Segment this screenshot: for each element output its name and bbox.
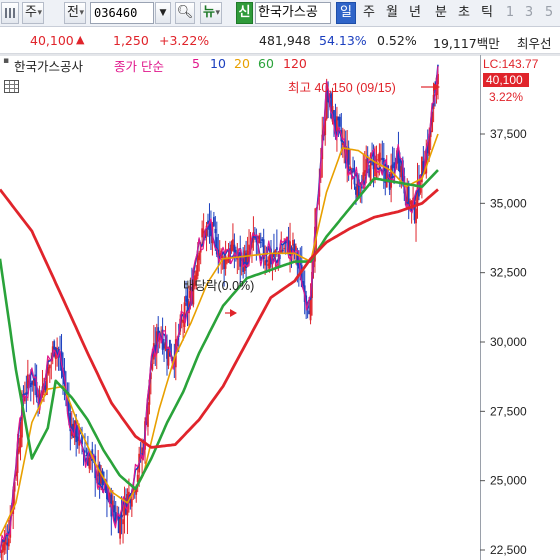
dividend-annotation: 배당락(0.0%) bbox=[183, 279, 254, 293]
ma10-line bbox=[0, 64, 439, 553]
legend-marker-icon: ▪ bbox=[3, 56, 10, 66]
candle-body bbox=[281, 249, 284, 252]
candle-body bbox=[347, 147, 350, 165]
candle-body bbox=[295, 246, 297, 250]
legend-ma20[interactable]: 20 bbox=[234, 56, 250, 71]
candle-body bbox=[130, 499, 133, 507]
grid-toggle-icon[interactable] bbox=[4, 80, 19, 93]
candle-body bbox=[283, 248, 286, 250]
high-price-annotation: 최고 40,150 (09/15) bbox=[288, 81, 396, 95]
candle-body bbox=[275, 247, 278, 251]
candle-body bbox=[265, 259, 268, 263]
candle-body bbox=[198, 252, 201, 261]
candle-body bbox=[338, 116, 341, 127]
moving-averages-layer bbox=[0, 64, 439, 553]
candle-body bbox=[7, 538, 10, 547]
price-axis-label: 37,500 bbox=[490, 127, 527, 141]
legend-ma10[interactable]: 10 bbox=[210, 56, 226, 71]
candle-body bbox=[221, 256, 224, 258]
candle-body bbox=[48, 364, 51, 369]
price-axis-label: 27,500 bbox=[490, 404, 527, 418]
candle-body bbox=[259, 241, 262, 243]
lc-label: LC:143.77 bbox=[483, 57, 539, 71]
price-axis-label: 25,000 bbox=[490, 474, 527, 488]
candle-body bbox=[214, 228, 217, 234]
legend-stock-name[interactable]: 한국가스공사 bbox=[14, 56, 83, 75]
legend-ma60[interactable]: 60 bbox=[258, 56, 274, 71]
current-price-marker: 40,100 bbox=[483, 73, 529, 87]
price-axis: 22,500 25,000 27,500 30,000 32,500 35,000 37,5… bbox=[480, 127, 527, 557]
price-axis-label: 35,000 bbox=[490, 196, 527, 210]
ma5-line bbox=[0, 66, 439, 553]
ma120-line bbox=[0, 188, 439, 449]
candle-body bbox=[212, 217, 215, 226]
current-price-marker-text: 40,100 bbox=[486, 73, 523, 87]
candle-body bbox=[113, 505, 116, 513]
price-axis-label: 32,500 bbox=[490, 266, 527, 280]
candle-body bbox=[119, 517, 122, 539]
price-axis-label: 30,000 bbox=[490, 335, 527, 349]
legend-ma120[interactable]: 120 bbox=[283, 56, 307, 71]
candle-body bbox=[88, 457, 91, 469]
price-chart[interactable]: 22,500 25,000 27,500 30,000 32,500 35,000 37,5… bbox=[0, 0, 560, 560]
candle-body bbox=[419, 187, 422, 193]
legend-ma5[interactable]: 5 bbox=[192, 56, 200, 71]
dividend-arrow-icon bbox=[225, 309, 237, 317]
current-price-percent: 3.22% bbox=[489, 90, 524, 104]
ma20-line bbox=[0, 133, 439, 537]
candle-body bbox=[415, 208, 417, 224]
legend-ma-label[interactable]: 종가 단순 bbox=[114, 56, 164, 75]
candle-body bbox=[378, 152, 381, 162]
candle-body bbox=[122, 519, 124, 525]
price-axis-label: 22,500 bbox=[490, 543, 527, 557]
candle-body bbox=[360, 186, 363, 189]
candle-body bbox=[352, 168, 354, 173]
